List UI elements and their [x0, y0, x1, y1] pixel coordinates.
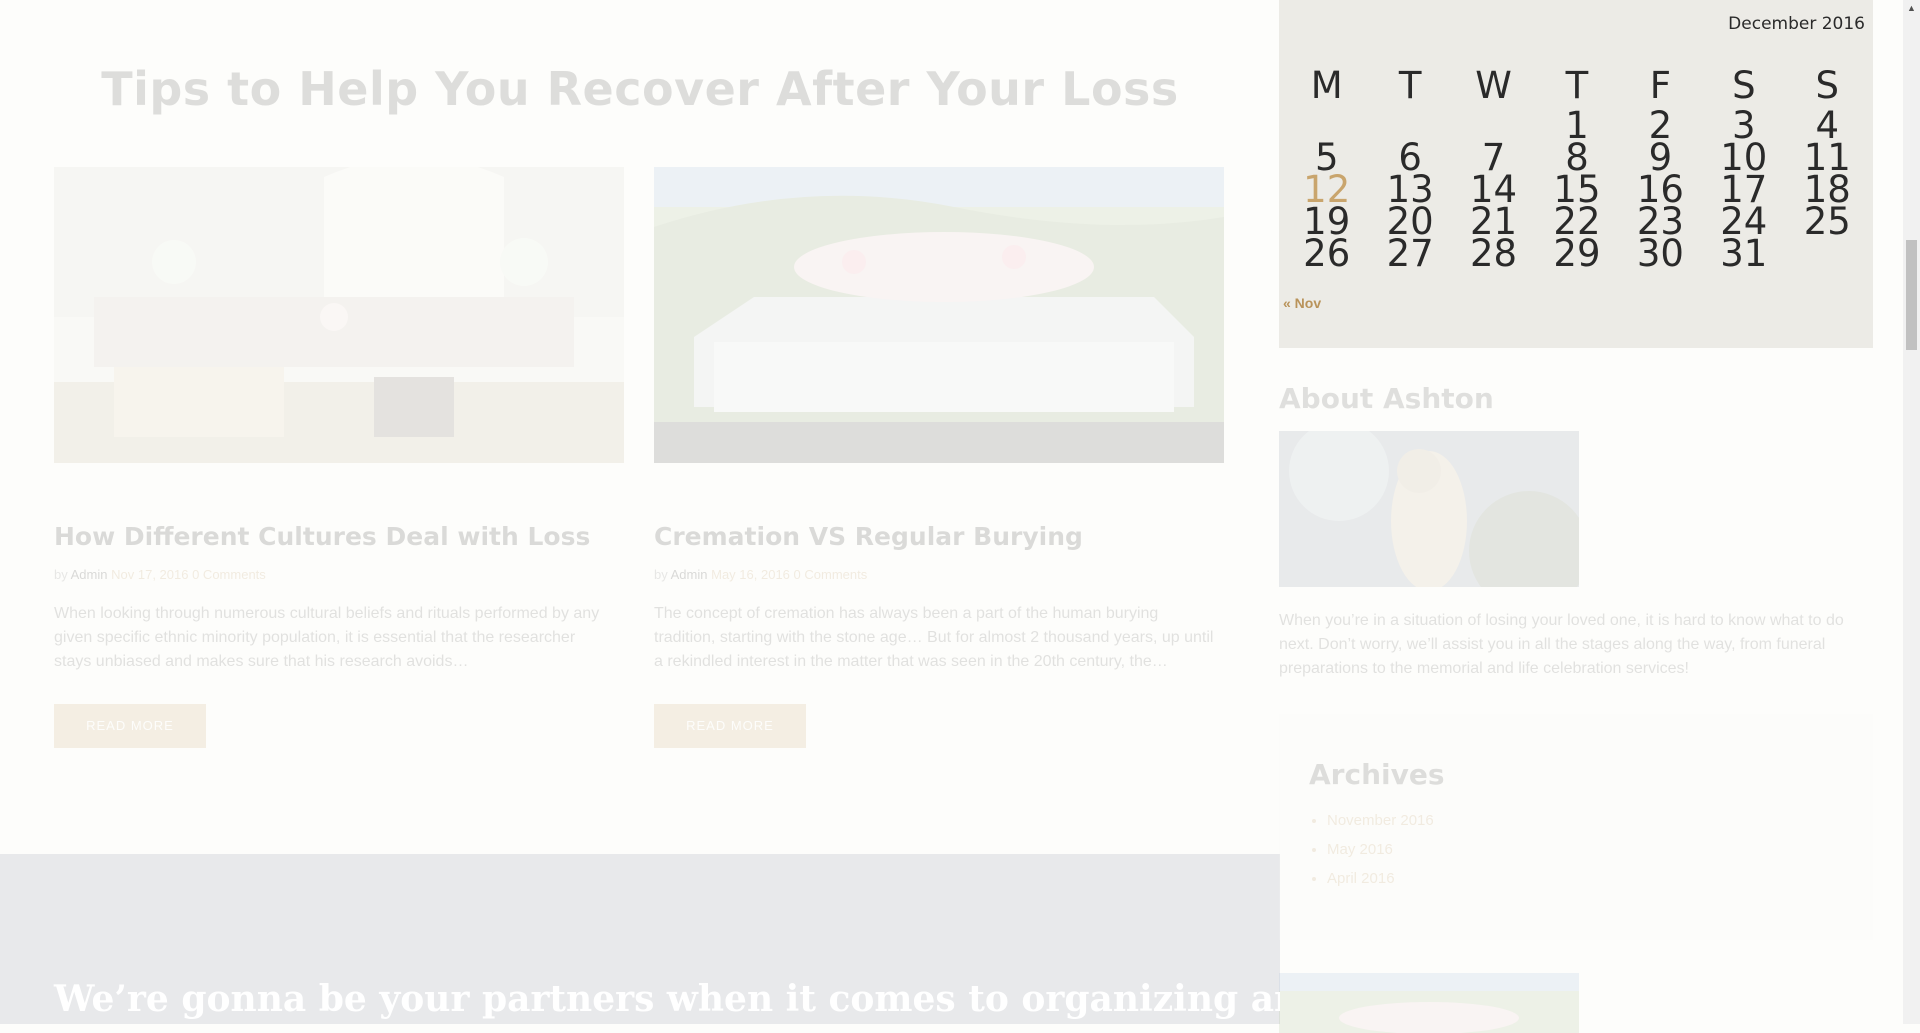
meta-author-link[interactable]: Admin [71, 567, 108, 582]
post-title[interactable]: Cremation VS Regular Burying [654, 522, 1083, 551]
section-title: Tips to Help You Recover After Your Loss [101, 62, 1179, 116]
banner-heading: We’re gonna be your partners when it com… [54, 978, 1280, 1020]
meta-date-link[interactable]: May 16, 2016 [711, 567, 790, 582]
calendar-day: 27 [1386, 232, 1434, 275]
archive-link[interactable]: November 2016 [1327, 806, 1434, 835]
calendar-day: 31 [1720, 232, 1768, 275]
read-more-button[interactable]: READ MORE [654, 704, 806, 748]
post-excerpt: When looking through numerous cultural b… [54, 605, 600, 670]
calendar-caption: December 2016 [1728, 14, 1865, 34]
meta-author-link[interactable]: Admin [671, 567, 708, 582]
weekday-label: M [1310, 64, 1343, 107]
calendar-table: M T W T F S S 1 2 3 4 5 6 7 8 9 10 11 12 13 14 15 16 17 1… [1285, 62, 1869, 275]
archive-link[interactable]: April 2016 [1327, 864, 1434, 893]
weekday-label: F [1649, 64, 1672, 107]
meta-date-link[interactable]: Nov 17, 2016 [111, 567, 188, 582]
calendar-day: 29 [1553, 232, 1601, 275]
about-text: When you’re in a situation of losing you… [1279, 612, 1844, 677]
weekday-label: S [1815, 64, 1840, 107]
calendar-body: 1 2 3 4 5 6 7 8 9 10 11 12 13 14 15 16 17 18 19 20 21 22 23 24 2… [1285, 107, 1869, 275]
meta-by: by [54, 567, 68, 582]
calendar-weekday-row: M T W T F S S [1285, 62, 1869, 110]
sidebar-image [1279, 973, 1579, 1033]
weekday-label: S [1732, 64, 1756, 107]
calendar-prev-month-link[interactable]: « Nov [1283, 295, 1321, 311]
post-meta: by Admin Nov 17, 2016 0 Comments [54, 567, 266, 582]
meta-comments-link[interactable]: 0 Comments [192, 567, 266, 582]
post-title[interactable]: How Different Cultures Deal with Loss [54, 522, 590, 551]
weekday-label: T [1398, 64, 1422, 107]
about-image [1279, 431, 1579, 587]
about-title: About Ashton [1279, 382, 1494, 415]
scrollbar-thumb[interactable] [1906, 240, 1917, 350]
meta-comments-link[interactable]: 0 Comments [794, 567, 868, 582]
weekday-label: T [1565, 64, 1589, 107]
weekday-label: W [1475, 64, 1512, 107]
post-image-casket[interactable] [654, 167, 1224, 463]
archive-link[interactable]: May 2016 [1327, 835, 1434, 864]
scroll-up-arrow-icon[interactable]: ▲ [1903, 0, 1920, 17]
post-meta: by Admin May 16, 2016 0 Comments [654, 567, 867, 582]
calendar-day: 30 [1636, 232, 1684, 275]
meta-by: by [654, 567, 668, 582]
post-excerpt: The concept of cremation has always been… [654, 605, 1214, 670]
calendar-day: 26 [1303, 232, 1351, 275]
calendar-widget: December 2016 M T W T F S S 1 2 3 4 5 6 7 8 9 10 1… [1279, 0, 1873, 348]
post-image-funeral-home[interactable] [54, 167, 624, 463]
calendar-day: 25 [1803, 200, 1851, 243]
archives-widget: Archives November 2016 May 2016 April 20… [1279, 714, 1873, 940]
cta-banner: We’re gonna be your partners when it com… [0, 854, 1280, 1024]
archives-title: Archives [1309, 758, 1445, 791]
read-more-button[interactable]: READ MORE [54, 704, 206, 748]
calendar-day: 28 [1470, 232, 1518, 275]
page-scrollbar[interactable]: ▲ [1903, 0, 1920, 1024]
archives-list: November 2016 May 2016 April 2016 [1309, 806, 1434, 893]
calendar-week-row: 26 27 28 29 30 31 [1285, 232, 1869, 275]
